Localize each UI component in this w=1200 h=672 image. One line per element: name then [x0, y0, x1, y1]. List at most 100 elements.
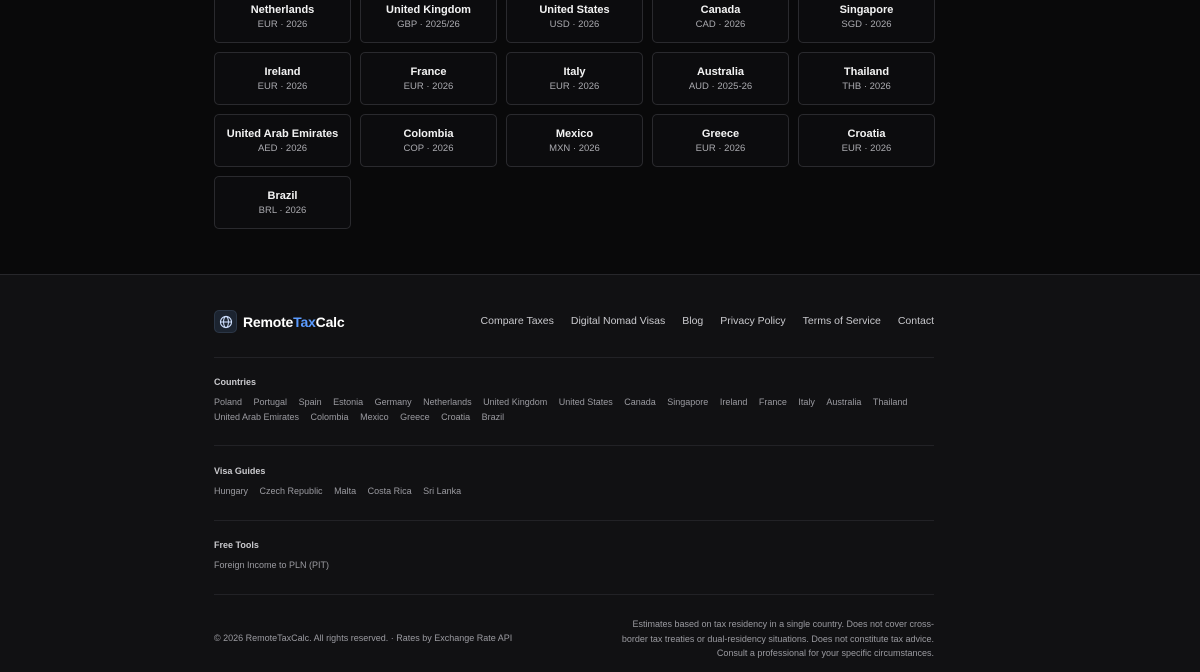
country-card-meta: AUD · 2025-26	[688, 80, 753, 92]
country-card-name: Mexico	[555, 127, 594, 140]
footer-brand[interactable]: RemoteTaxCalc	[214, 310, 345, 333]
footer-country-link-colombia[interactable]: Colombia	[311, 412, 349, 423]
footer-visa-link-costa-rica[interactable]: Costa Rica	[368, 486, 412, 497]
country-card-italy[interactable]: Italy EUR · 2026	[506, 52, 643, 105]
country-card-meta: SGD · 2026	[841, 18, 892, 30]
country-card-mexico[interactable]: Mexico MXN · 2026	[506, 114, 643, 167]
country-card-meta: EUR · 2026	[549, 80, 600, 92]
free-tools-title: Free Tools	[214, 540, 259, 550]
footer-country-link-spain[interactable]: Spain	[299, 397, 322, 408]
footer-country-link-ireland[interactable]: Ireland	[720, 397, 748, 408]
country-card-croatia[interactable]: Croatia EUR · 2026	[798, 114, 935, 167]
disclaimer-text: Estimates based on tax residency in a si…	[621, 619, 934, 658]
footer-nav-terms-of-service[interactable]: Terms of Service	[803, 315, 881, 327]
country-card-meta: THB · 2026	[842, 80, 891, 92]
country-card-meta: EUR · 2026	[257, 80, 308, 92]
country-card-meta: AED · 2026	[257, 142, 308, 154]
footer-nav-contact[interactable]: Contact	[898, 315, 934, 327]
globe-icon	[214, 310, 237, 333]
footer-nav-privacy-policy[interactable]: Privacy Policy	[720, 315, 785, 327]
country-card-meta: COP · 2026	[403, 142, 454, 154]
footer-country-link-thailand[interactable]: Thailand	[873, 397, 908, 408]
footer-nav: Compare Taxes Digital Nomad Visas Blog Priv…	[481, 315, 934, 327]
footer-visa-link-sri-lanka[interactable]: Sri Lanka	[423, 486, 461, 497]
brand-accent: Tax	[293, 313, 316, 330]
footer-divider	[214, 357, 934, 358]
countries-title: Countries	[214, 377, 257, 387]
footer-country-link-italy[interactable]: Italy	[798, 397, 815, 408]
country-card-ireland[interactable]: Ireland EUR · 2026	[214, 52, 351, 105]
footer-tool-link-foreign-income-to-pln-pit[interactable]: Foreign Income to PLN (PIT)	[214, 560, 329, 571]
footer-visa-link-malta[interactable]: Malta	[334, 486, 356, 497]
country-card-canada[interactable]: Canada CAD · 2026	[652, 0, 789, 43]
country-card-name: Greece	[701, 127, 740, 140]
country-card-united-kingdom[interactable]: United Kingdom GBP · 2025/26	[360, 0, 497, 43]
country-card-meta: GBP · 2025/26	[397, 18, 460, 30]
footer-visa-link-czech-republic[interactable]: Czech Republic	[260, 486, 323, 497]
country-card-name: Australia	[696, 65, 745, 78]
brand-name: RemoteTaxCalc	[243, 313, 345, 330]
footer-country-link-france[interactable]: France	[759, 397, 787, 408]
footer-country-link-croatia[interactable]: Croatia	[441, 412, 470, 423]
country-card-united-arab-emirates[interactable]: United Arab Emirates AED · 2026	[214, 114, 351, 167]
country-card-name: Netherlands	[250, 3, 315, 16]
footer-country-link-australia[interactable]: Australia	[826, 397, 861, 408]
footer-nav-compare-taxes[interactable]: Compare Taxes	[481, 315, 554, 327]
footer-country-link-greece[interactable]: Greece	[400, 412, 430, 423]
brand-prefix: Remote	[243, 313, 294, 330]
footer-country-link-united-arab-emirates[interactable]: United Arab Emirates	[214, 412, 299, 423]
footer-country-link-estonia[interactable]: Estonia	[333, 397, 363, 408]
country-card-name: United States	[539, 3, 610, 16]
footer-country-link-brazil[interactable]: Brazil	[482, 412, 505, 423]
country-grid-section: Netherlands EUR · 2026 United Kingdom GBP ·…	[0, 0, 1200, 274]
country-card-meta: MXN · 2026	[549, 142, 600, 154]
country-card-meta: EUR · 2026	[257, 18, 308, 30]
country-card-meta: EUR · 2026	[841, 142, 892, 154]
country-card-name: Ireland	[264, 65, 301, 78]
country-card-meta: EUR · 2026	[403, 80, 454, 92]
country-card-france[interactable]: France EUR · 2026	[360, 52, 497, 105]
footer-country-link-canada[interactable]: Canada	[624, 397, 656, 408]
country-card-united-states[interactable]: United States USD · 2026	[506, 0, 643, 43]
country-card-meta: BRL · 2026	[258, 204, 307, 216]
footer-country-link-poland[interactable]: Poland	[214, 397, 242, 408]
footer-divider	[214, 594, 934, 595]
country-card-name: United Kingdom	[386, 3, 471, 16]
country-card-meta: USD · 2026	[549, 18, 600, 30]
country-card-meta: EUR · 2026	[695, 142, 746, 154]
country-card-meta: CAD · 2026	[695, 18, 746, 30]
footer-country-link-germany[interactable]: Germany	[375, 397, 412, 408]
country-card-brazil[interactable]: Brazil BRL · 2026	[214, 176, 351, 229]
footer-divider	[214, 445, 934, 446]
country-card-thailand[interactable]: Thailand THB · 2026	[798, 52, 935, 105]
country-card-name: Singapore	[839, 3, 894, 16]
footer-country-link-singapore[interactable]: Singapore	[667, 397, 708, 408]
country-card-colombia[interactable]: Colombia COP · 2026	[360, 114, 497, 167]
footer-country-link-united-kingdom[interactable]: United Kingdom	[483, 397, 547, 408]
country-card-name: Thailand	[843, 65, 890, 78]
brand-suffix: Calc	[315, 313, 345, 330]
country-card-australia[interactable]: Australia AUD · 2025-26	[652, 52, 789, 105]
footer-nav-blog[interactable]: Blog	[682, 315, 703, 327]
visa-guides-links: Hungary Czech Republic Malta Costa Rica Sri …	[214, 486, 934, 497]
footer-country-link-portugal[interactable]: Portugal	[254, 397, 288, 408]
site-footer: RemoteTaxCalc Compare Taxes Digital Nomad…	[0, 274, 1200, 672]
footer-nav-digital-nomad-visas[interactable]: Digital Nomad Visas	[571, 315, 665, 327]
footer-visa-link-hungary[interactable]: Hungary	[214, 486, 248, 497]
country-card-name: Colombia	[403, 127, 454, 140]
free-tools-links: Foreign Income to PLN (PIT)	[214, 560, 934, 571]
footer-country-link-united-states[interactable]: United States	[559, 397, 613, 408]
country-card-netherlands[interactable]: Netherlands EUR · 2026	[214, 0, 351, 43]
country-card-name: Canada	[700, 3, 741, 16]
visa-guides-title: Visa Guides	[214, 466, 266, 476]
country-card-grid: Netherlands EUR · 2026 United Kingdom GBP ·…	[214, 0, 935, 229]
country-card-name: France	[410, 65, 447, 78]
country-card-name: United Arab Emirates	[226, 127, 339, 140]
country-card-name: Brazil	[267, 189, 298, 202]
footer-country-link-netherlands[interactable]: Netherlands	[423, 397, 472, 408]
country-card-greece[interactable]: Greece EUR · 2026	[652, 114, 789, 167]
country-card-singapore[interactable]: Singapore SGD · 2026	[798, 0, 935, 43]
country-card-name: Italy	[563, 65, 586, 78]
country-card-name: Croatia	[847, 127, 886, 140]
footer-country-link-mexico[interactable]: Mexico	[360, 412, 389, 423]
